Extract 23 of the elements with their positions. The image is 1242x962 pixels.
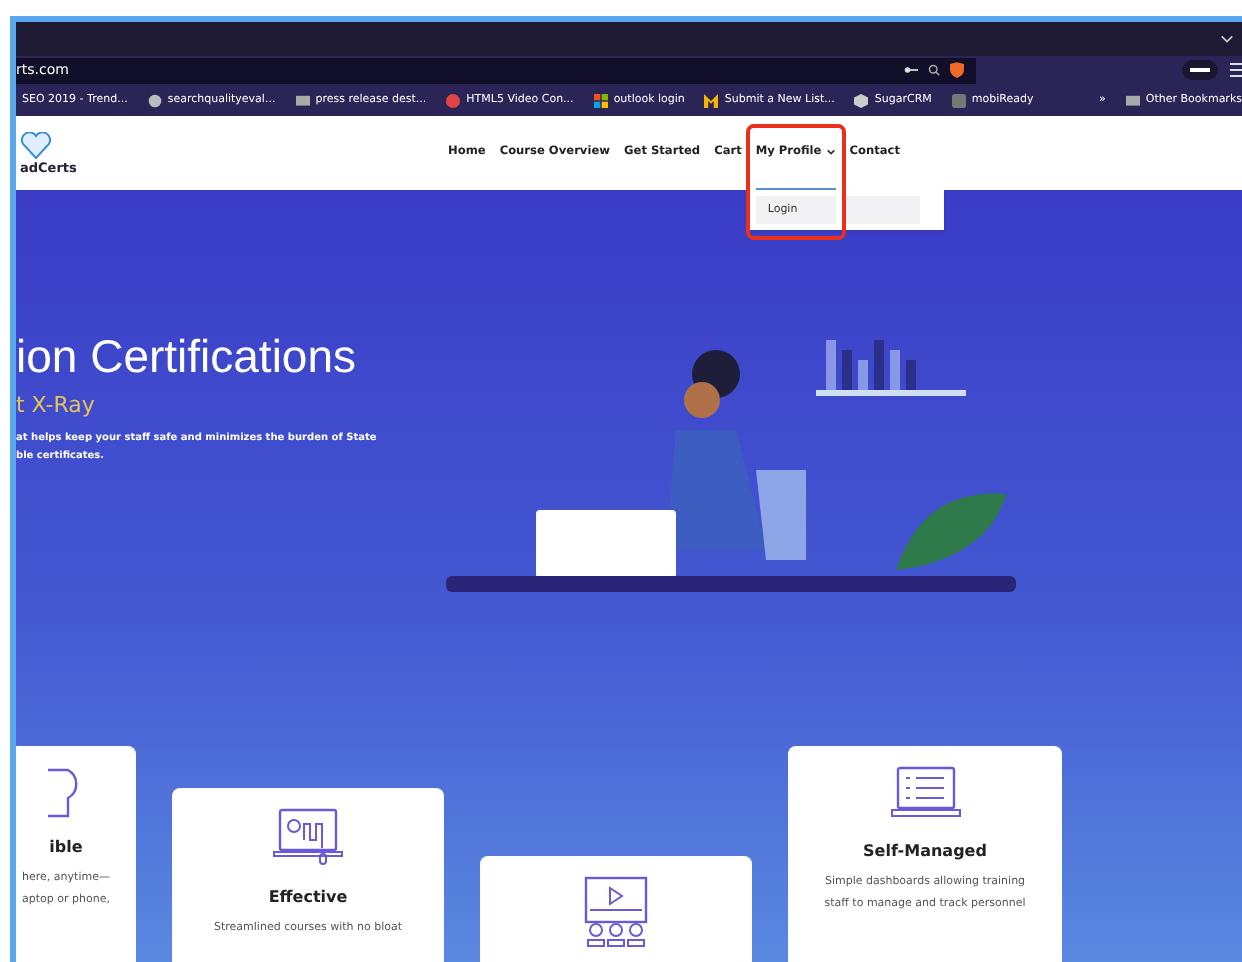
chevron-down-icon[interactable] xyxy=(1220,34,1234,44)
globe-icon xyxy=(147,93,162,107)
circle-icon xyxy=(446,93,461,107)
video-audience-icon xyxy=(582,876,650,948)
card-title: ible xyxy=(49,838,83,856)
shield-icon[interactable] xyxy=(950,62,964,78)
key-icon[interactable] xyxy=(904,66,918,74)
folder-icon xyxy=(295,94,310,106)
highlight-outline xyxy=(745,124,846,240)
menu-icon[interactable] xyxy=(1230,62,1242,78)
folder-icon xyxy=(1125,94,1140,106)
card-title: Effective xyxy=(268,888,348,906)
heart-logo-icon xyxy=(20,131,52,159)
card-title: Self-Managed xyxy=(863,842,987,860)
grid-icon xyxy=(593,93,608,107)
laptop-checklist-icon xyxy=(889,766,961,822)
chevron-down-icon xyxy=(825,148,836,156)
hero-subtitle: t X-Ray xyxy=(16,392,97,418)
glasses-icon[interactable] xyxy=(1182,60,1218,80)
laptop-icon xyxy=(272,808,344,868)
dropdown-item[interactable] xyxy=(843,196,920,224)
zoom-icon[interactable] xyxy=(928,64,940,76)
hero-title: ion Certifications xyxy=(16,330,359,384)
